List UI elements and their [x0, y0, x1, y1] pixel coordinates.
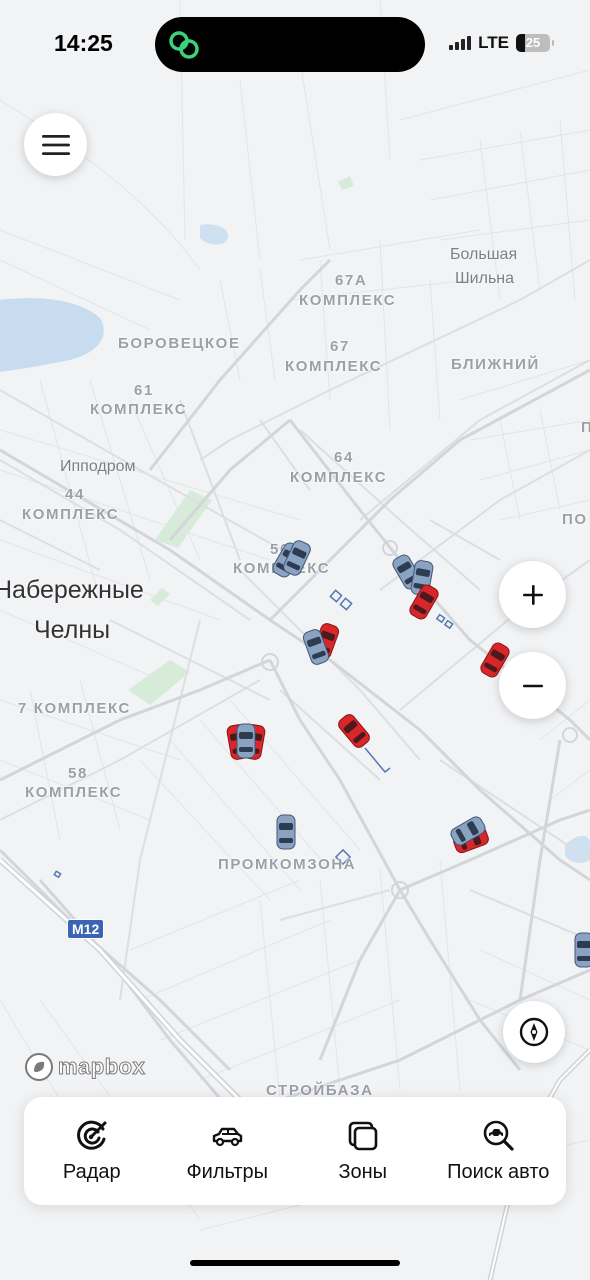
nav-filters-label: Фильтры: [186, 1160, 269, 1183]
map-label-p-edge: П: [581, 419, 590, 436]
link-icon: [169, 31, 199, 59]
mapbox-logo-icon: [25, 1053, 53, 1081]
status-time: 14:25: [54, 30, 113, 56]
map-label-k67: КОМПЛЕКС: [285, 358, 383, 375]
map-label-n67a: 67А: [335, 272, 368, 289]
map-label-n44: 44: [65, 486, 85, 503]
compass-icon: [519, 1017, 549, 1047]
map-label-k58: КОМПЛЕКС: [25, 784, 123, 801]
nav-car-search[interactable]: Поиск авто: [431, 1097, 567, 1205]
city-label-line2: Челны: [34, 616, 111, 644]
map-label-po: ПО: [562, 511, 588, 528]
map-label-n61: 61: [134, 382, 154, 399]
map-label-n56: 56: [270, 541, 290, 558]
map-label-k56: КОМПЛЕКС: [233, 560, 331, 577]
map-label-bolshaya-2: Шильна: [455, 270, 515, 287]
map-label-k61: КОМПЛЕКС: [90, 401, 188, 418]
mapbox-wordmark: mapbox: [57, 1054, 146, 1080]
map-label-blizhny: БЛИЖНИЙ: [451, 356, 540, 373]
dynamic-island: [155, 17, 425, 72]
city-label-line1: Набережные: [0, 576, 144, 604]
map-label-ippodrom: Ипподром: [60, 458, 136, 475]
status-indicators: LTE 25: [449, 33, 554, 53]
compass-button[interactable]: [503, 1001, 565, 1063]
signal-icon: [449, 36, 472, 50]
zones-icon: [348, 1121, 378, 1150]
menu-button[interactable]: [24, 113, 87, 176]
map-label-k7: 7 КОМПЛЕКС: [18, 700, 131, 717]
nav-filters[interactable]: Фильтры: [160, 1097, 296, 1205]
radar-icon: [76, 1120, 107, 1150]
zoom-in-button[interactable]: [499, 561, 566, 628]
map-label-promkomzona: ПРОМКОМЗОНА: [218, 856, 357, 873]
bottom-navigation: Радар Фильтры Зоны Поиск авто: [24, 1097, 566, 1205]
map-label-bolshaya-1: Большая: [450, 246, 518, 263]
car-icon: [213, 1127, 243, 1146]
map-label-n67: 67: [330, 338, 350, 355]
minus-icon: [522, 684, 543, 687]
route-badge-m12: M12: [67, 919, 105, 939]
map-label-n58: 58: [68, 765, 88, 782]
battery-icon: 25: [516, 34, 554, 52]
nav-car-search-label: Поиск авто: [447, 1160, 550, 1183]
mapbox-attribution[interactable]: mapbox: [24, 1052, 145, 1082]
map-label-k64: КОМПЛЕКС: [290, 469, 388, 486]
plus-icon: [522, 584, 543, 605]
map-label-n64: 64: [334, 449, 354, 466]
map-label-city: Набережные Челны: [0, 570, 144, 650]
map-label-borovetskoe: БОРОВЕЦКОЕ: [118, 335, 241, 352]
nav-zones[interactable]: Зоны: [295, 1097, 431, 1205]
nav-zones-label: Зоны: [338, 1160, 388, 1183]
home-indicator: [190, 1260, 400, 1266]
battery-level: 25: [525, 35, 541, 50]
hamburger-icon: [41, 134, 70, 155]
nav-radar[interactable]: Радар: [24, 1097, 160, 1205]
map-label-k44: КОМПЛЕКС: [22, 506, 120, 523]
map-label-k67a: КОМПЛЕКС: [299, 292, 397, 309]
nav-radar-label: Радар: [62, 1160, 121, 1183]
network-type: LTE: [478, 33, 509, 52]
zoom-out-button[interactable]: [499, 652, 566, 719]
car-search-icon: [483, 1120, 514, 1151]
